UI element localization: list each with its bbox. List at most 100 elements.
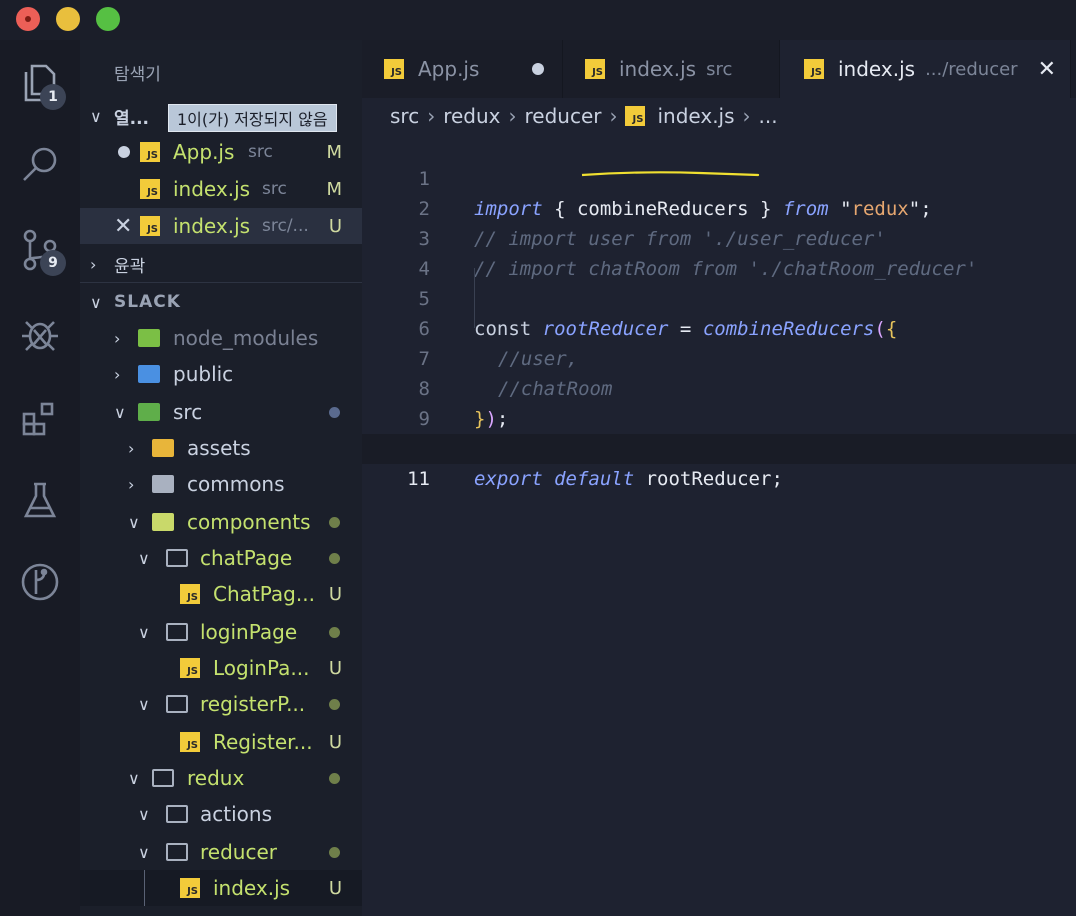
git-status: U	[328, 215, 342, 237]
breadcrumb: src › redux › reducer › JS index.js › ..…	[390, 104, 778, 128]
chevron-right-icon: ›	[90, 254, 97, 274]
git-status: U	[328, 657, 342, 679]
vscode-window: 1 9 탐색기 ∨ 열... 1이(가) 저장되지 않음 JS App.js s…	[0, 0, 1076, 916]
tree-item[interactable]: ∨ chatPage	[80, 540, 362, 576]
tree-item[interactable]: JS LoginPa... U	[80, 650, 362, 686]
tree-item[interactable]: ∨ registerP...	[80, 686, 362, 722]
code-line: 1 import { combineReducers } from "redux…	[362, 134, 1076, 220]
chevron-down-icon: ∨	[114, 402, 126, 422]
code-line: 8 });	[362, 344, 1076, 430]
globe-folder-icon	[138, 365, 160, 383]
tab-app-js[interactable]: JS App.js	[362, 40, 563, 98]
tab-bar: JS App.js JS index.js src JS index.js ..…	[362, 40, 1076, 98]
breadcrumb-item[interactable]: index.js	[657, 104, 734, 128]
folder-name: components	[187, 510, 311, 534]
folder-name: public	[173, 362, 234, 386]
tree-item[interactable]: ∨ src	[80, 394, 362, 430]
close-window-button[interactable]	[16, 7, 40, 31]
components-folder-icon	[152, 513, 174, 531]
tree-item[interactable]: ∨ redux	[80, 760, 362, 796]
project-header[interactable]: ∨ SLACK	[80, 284, 362, 320]
modified-dot-icon	[329, 406, 340, 418]
js-file-icon: JS	[804, 59, 824, 79]
search-icon[interactable]	[14, 138, 66, 190]
tree-item[interactable]: › assets	[80, 430, 362, 466]
chevron-down-icon: ∨	[138, 842, 150, 862]
breadcrumb-item[interactable]: src	[390, 104, 419, 128]
outline-header[interactable]: › 윤곽	[80, 246, 362, 282]
editor-area: JS App.js JS index.js src JS index.js ..…	[362, 40, 1076, 916]
assets-folder-icon	[152, 439, 174, 457]
js-file-icon: JS	[585, 59, 605, 79]
file-name: index.js	[213, 876, 291, 900]
tree-item[interactable]: ∨ loginPage	[80, 614, 362, 650]
chevron-down-icon: ∨	[90, 292, 102, 312]
explorer-sidebar: 탐색기 ∨ 열... 1이(가) 저장되지 않음 JS App.js src M…	[80, 40, 362, 916]
chevron-right-icon: ›	[508, 104, 517, 128]
tree-item[interactable]: ∨ components	[80, 504, 362, 540]
file-path: src	[248, 142, 273, 162]
outline-label: 윤곽	[114, 256, 146, 277]
tree-item[interactable]: › commons	[80, 466, 362, 502]
testing-icon[interactable]	[14, 474, 66, 526]
breadcrumb-item[interactable]: reducer	[525, 104, 602, 128]
chevron-right-icon: ›	[114, 328, 121, 348]
git-status: U	[328, 731, 342, 753]
extensions-icon[interactable]	[14, 392, 66, 444]
js-file-icon: JS	[180, 878, 200, 898]
minimize-window-button[interactable]	[56, 7, 80, 31]
explorer-icon[interactable]: 1	[14, 56, 66, 110]
js-file-icon: JS	[180, 658, 200, 678]
open-editor-item[interactable]: JS index.js src M	[80, 171, 362, 207]
file-name: ChatPag...	[213, 582, 315, 606]
open-editor-item[interactable]: JS App.js src M	[80, 134, 362, 170]
debug-icon[interactable]	[14, 308, 66, 360]
folder-name: chatPage	[200, 546, 293, 570]
breadcrumb-item[interactable]: ...	[759, 104, 778, 128]
folder-open-icon	[166, 843, 188, 861]
code-line: 6 //user,	[362, 284, 1076, 370]
unsaved-dot-icon	[118, 146, 130, 158]
code-line: 9	[362, 374, 1076, 430]
tab-index-reducer[interactable]: JS index.js .../reducer ✕	[780, 40, 1071, 98]
open-editor-item[interactable]: ✕ JS index.js src/... U	[80, 208, 362, 244]
file-path: src/...	[262, 216, 309, 236]
folder-name: reducer	[200, 840, 277, 864]
chevron-down-icon: ∨	[90, 106, 102, 126]
keyword: export	[474, 468, 543, 490]
node-folder-icon	[138, 329, 160, 347]
unsaved-dot-icon[interactable]	[532, 63, 544, 75]
chevron-down-icon: ∨	[128, 768, 140, 788]
folder-open-icon	[152, 769, 174, 787]
tree-item[interactable]: ∨ actions	[80, 796, 362, 832]
file-path: src	[262, 179, 287, 199]
close-icon[interactable]: ✕	[114, 214, 132, 239]
tree-item[interactable]: JS ChatPag... U	[80, 576, 362, 612]
tree-item[interactable]: › node_modules	[80, 320, 362, 356]
chevron-right-icon: ›	[128, 474, 135, 494]
tree-item[interactable]: JS Register... U	[80, 724, 362, 760]
git-status: U	[328, 583, 342, 605]
tree-item[interactable]: › public	[80, 356, 362, 392]
source-control-icon[interactable]: 9	[14, 224, 66, 276]
folder-name: redux	[187, 766, 245, 790]
folder-open-icon	[166, 549, 188, 567]
close-icon[interactable]: ✕	[1038, 57, 1056, 82]
tab-label: App.js	[418, 57, 480, 81]
scm-badge: 9	[40, 250, 66, 276]
tab-index-src[interactable]: JS index.js src	[563, 40, 780, 98]
code-text: rootReducer;	[634, 468, 783, 490]
keyword: default	[554, 468, 635, 490]
folder-name: commons	[187, 472, 285, 496]
indent-guide	[144, 870, 145, 906]
title-bar	[0, 0, 1076, 40]
git-graph-icon[interactable]	[14, 556, 66, 608]
tree-item-selected[interactable]: JS index.js U	[80, 870, 362, 906]
maximize-window-button[interactable]	[96, 7, 120, 31]
chevron-down-icon: ∨	[138, 622, 150, 642]
tab-description: src	[706, 58, 733, 80]
tree-item[interactable]: ∨ reducer	[80, 834, 362, 870]
chevron-right-icon: ›	[114, 364, 121, 384]
src-folder-icon	[138, 403, 160, 421]
breadcrumb-item[interactable]: redux	[443, 104, 500, 128]
